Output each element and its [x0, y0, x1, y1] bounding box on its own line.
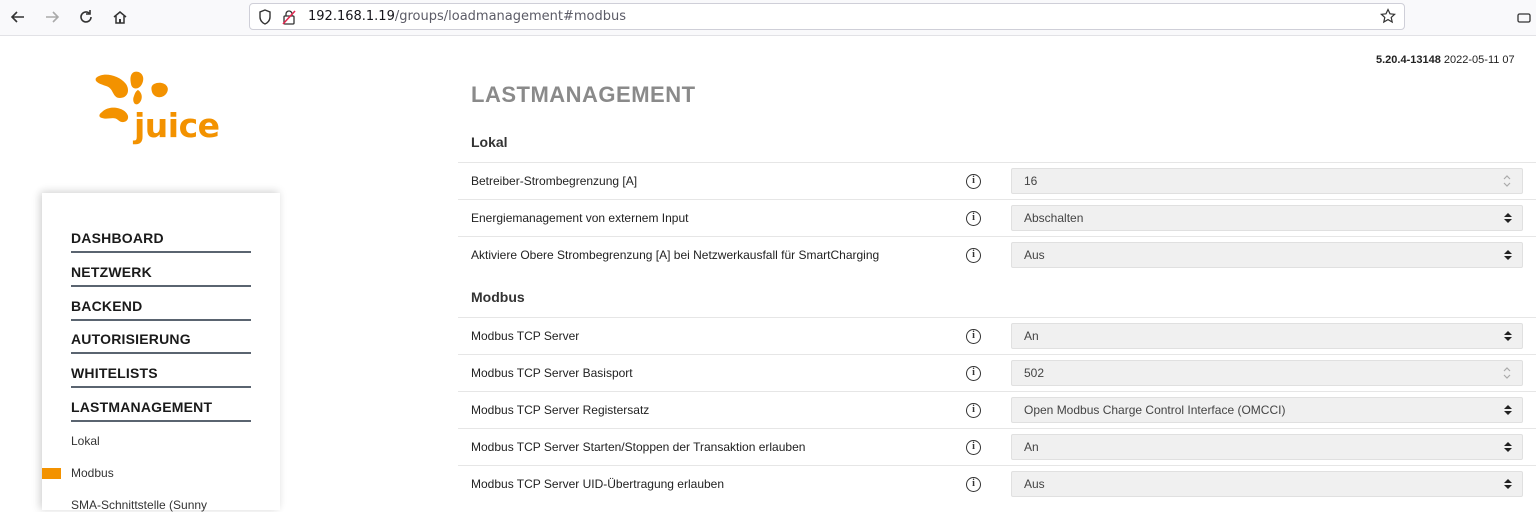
current-limit-input[interactable]: 16: [1011, 168, 1523, 194]
info-icon[interactable]: i: [966, 403, 981, 418]
setting-label: Betreiber-Strombegrenzung [A]: [471, 174, 638, 188]
info-icon[interactable]: i: [966, 248, 981, 263]
field-value: 16: [1024, 174, 1038, 188]
section-title-lokal: Lokal: [471, 134, 508, 150]
setting-label: Aktiviere Obere Strombegrenzung [A] bei …: [471, 248, 880, 262]
field-value: Aus: [1024, 477, 1045, 491]
setting-label: Modbus TCP Server Registersatz: [471, 403, 650, 417]
info-icon[interactable]: i: [966, 211, 981, 226]
version-number: 5.20.4-13148: [1376, 54, 1441, 66]
row-divider: [458, 354, 1536, 355]
field-value: Open Modbus Charge Control Interface (OM…: [1024, 403, 1286, 417]
field-value: An: [1024, 440, 1039, 454]
info-icon[interactable]: i: [966, 477, 981, 492]
row-divider: [458, 317, 1536, 318]
nav-lastmanagement[interactable]: LASTMANAGEMENT: [71, 399, 251, 422]
back-icon[interactable]: [6, 6, 30, 28]
info-icon[interactable]: i: [966, 329, 981, 344]
setting-label: Modbus TCP Server UID-Übertragung erlaub…: [471, 477, 725, 491]
subnav-lokal[interactable]: Lokal: [71, 434, 100, 448]
nav-whitelists[interactable]: WHITELISTS: [71, 365, 251, 388]
external-input-select[interactable]: Abschalten: [1011, 205, 1523, 231]
field-value: Aus: [1024, 248, 1045, 262]
nav-dashboard[interactable]: DASHBOARD: [71, 230, 251, 253]
row-divider: [458, 199, 1536, 200]
row-divider: [458, 465, 1536, 466]
info-icon[interactable]: i: [966, 440, 981, 455]
network-failure-limit-select[interactable]: Aus: [1011, 242, 1523, 268]
subnav-modbus[interactable]: Modbus: [71, 466, 114, 480]
browser-toolbar: 192.168.1.19/groups/loadmanagement#modbu…: [0, 0, 1536, 36]
field-value: Abschalten: [1024, 211, 1084, 225]
reload-icon[interactable]: [74, 6, 98, 28]
nav-autorisierung[interactable]: AUTORISIERUNG: [71, 331, 251, 354]
info-icon[interactable]: i: [966, 174, 981, 189]
setting-label: Modbus TCP Server: [471, 329, 580, 343]
field-value: An: [1024, 329, 1039, 343]
modbus-uid-select[interactable]: Aus: [1011, 471, 1523, 497]
page-title: LASTMANAGEMENT: [471, 82, 696, 107]
row-divider: [458, 391, 1536, 392]
modbus-transaction-select[interactable]: An: [1011, 434, 1523, 460]
info-icon[interactable]: i: [966, 366, 981, 381]
modbus-register-set-select[interactable]: Open Modbus Charge Control Interface (OM…: [1011, 397, 1523, 423]
select-arrows-icon: [1504, 331, 1512, 341]
select-arrows-icon: [1504, 442, 1512, 452]
url-text[interactable]: 192.168.1.19/groups/loadmanagement#modbu…: [308, 9, 626, 24]
insecure-lock-icon[interactable]: [282, 9, 296, 30]
modbus-server-select[interactable]: An: [1011, 323, 1523, 349]
home-icon[interactable]: [108, 6, 132, 28]
active-indicator: [42, 468, 61, 479]
nav-backend[interactable]: BACKEND: [71, 298, 251, 321]
modbus-port-input[interactable]: 502: [1011, 360, 1523, 386]
setting-label: Energiemanagement von externem Input: [471, 211, 689, 225]
spinner-icon[interactable]: [1502, 174, 1512, 188]
juice-logo[interactable]: juice: [90, 68, 230, 152]
logo-text: juice: [134, 106, 220, 145]
version-date: 2022-05-11 07: [1443, 54, 1515, 66]
select-arrows-icon: [1504, 250, 1512, 260]
extensions-icon[interactable]: [1512, 6, 1536, 28]
row-divider: [458, 236, 1536, 237]
bookmark-star-icon[interactable]: [1380, 8, 1396, 29]
forward-icon[interactable]: [40, 6, 64, 28]
setting-label: Modbus TCP Server Starten/Stoppen der Tr…: [471, 440, 806, 454]
setting-label: Modbus TCP Server Basisport: [471, 366, 633, 380]
select-arrows-icon: [1504, 479, 1512, 489]
section-title-modbus: Modbus: [471, 289, 525, 305]
shield-icon[interactable]: [258, 9, 272, 30]
url-bar[interactable]: 192.168.1.19/groups/loadmanagement#modbu…: [249, 3, 1405, 30]
row-divider: [458, 428, 1536, 429]
nav-netzwerk[interactable]: NETZWERK: [71, 264, 251, 287]
field-value: 502: [1024, 366, 1045, 380]
select-arrows-icon: [1504, 405, 1512, 415]
select-arrows-icon: [1504, 213, 1512, 223]
row-divider: [458, 162, 1536, 163]
spinner-icon[interactable]: [1502, 366, 1512, 380]
version-info: 5.20.4-13148 2022-05-11 07: [1376, 54, 1515, 66]
